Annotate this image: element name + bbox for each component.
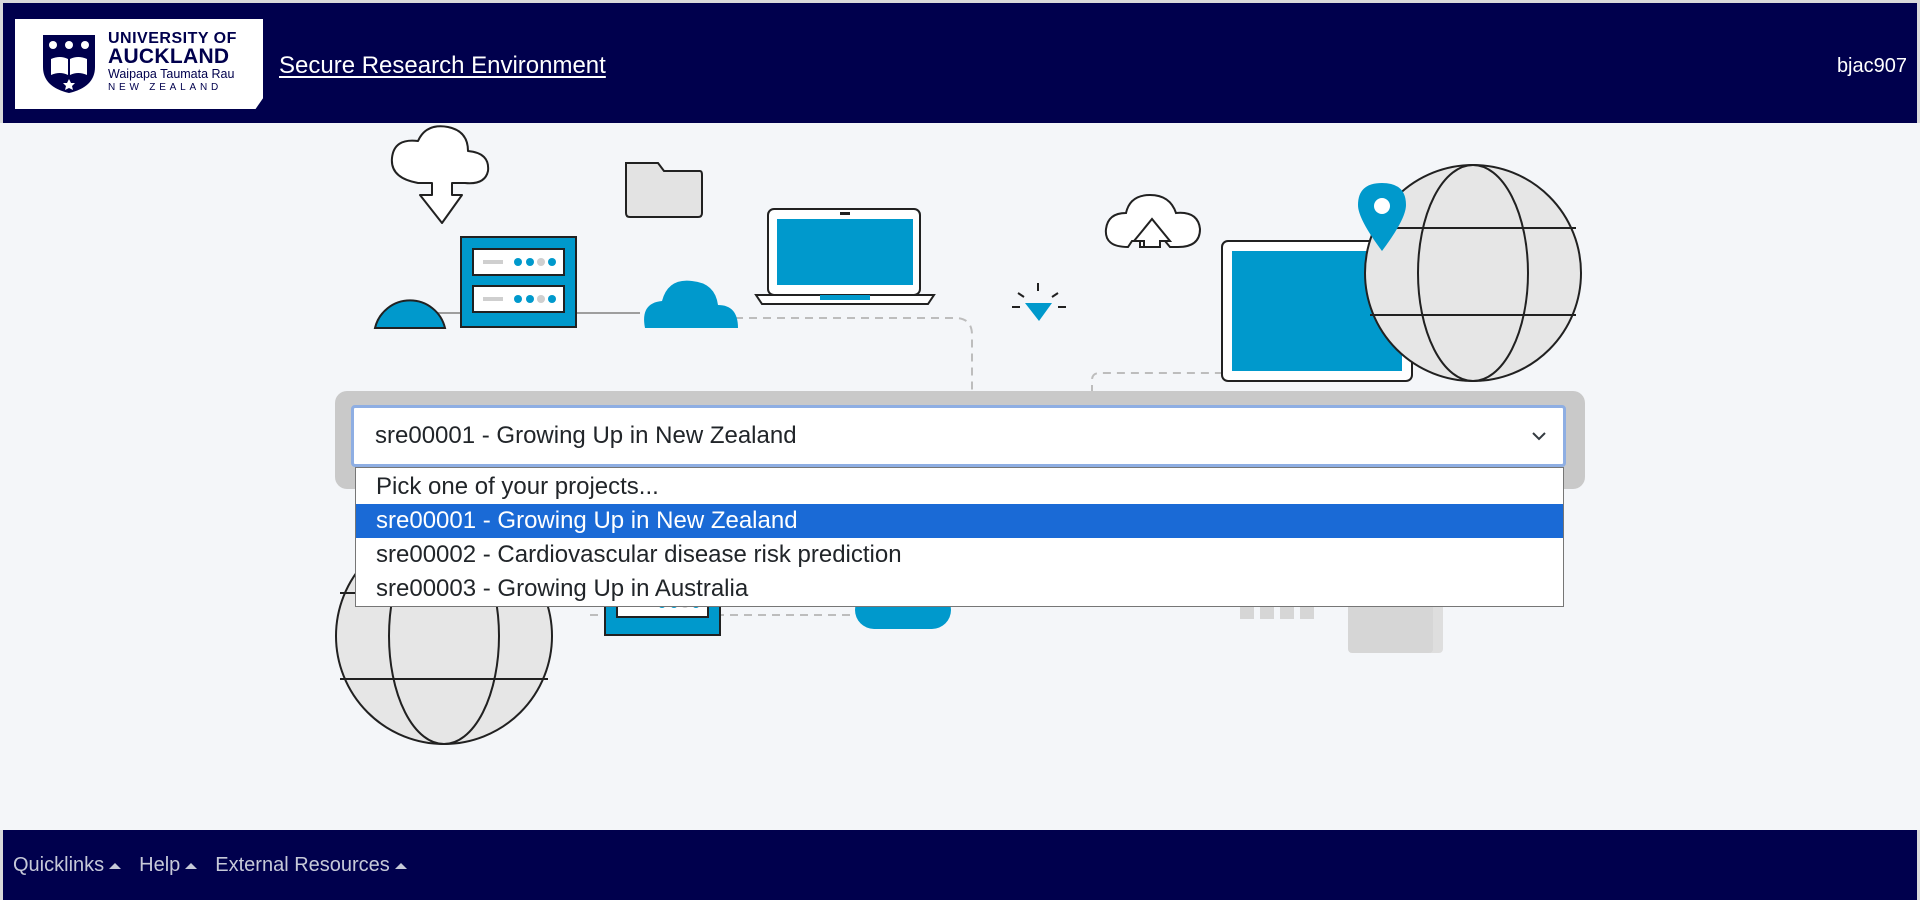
project-select[interactable]: sre00001 - Growing Up in New Zealand	[351, 405, 1566, 467]
university-logo[interactable]: UNIVERSITY OF AUCKLAND Waipapa Taumata R…	[15, 19, 263, 109]
footer-bar: Quicklinks Help External Resources	[0, 830, 1920, 900]
diamond-icon	[1012, 283, 1066, 321]
user-name[interactable]: bjac907	[1837, 55, 1907, 78]
crest-icon	[43, 35, 95, 93]
footer-link-quicklinks[interactable]: Quicklinks	[13, 854, 122, 877]
caret-up-icon	[109, 862, 122, 869]
project-option-sre00002[interactable]: sre00002 - Cardiovascular disease risk p…	[356, 538, 1563, 572]
logo-line-auckland: AUCKLAND	[108, 45, 230, 68]
project-options-list: Pick one of your projects... sre00001 - …	[355, 467, 1564, 607]
app-title-link[interactable]: Secure Research Environment	[279, 52, 606, 80]
footer-link-label: External Resources	[215, 854, 390, 876]
folder-icon	[625, 162, 703, 218]
caret-up-icon	[394, 862, 407, 869]
app-window: UNIVERSITY OF AUCKLAND Waipapa Taumata R…	[0, 0, 1920, 900]
project-option-sre00001[interactable]: sre00001 - Growing Up in New Zealand	[356, 504, 1563, 538]
footer-link-external-resources[interactable]: External Resources	[215, 854, 407, 877]
bar-icon-bottom	[1240, 607, 1314, 619]
logo-line-maori-name: Waipapa Taumata Rau	[108, 67, 235, 81]
project-option-placeholder[interactable]: Pick one of your projects...	[356, 470, 1563, 504]
footer-link-label: Quicklinks	[13, 854, 105, 876]
logo-line-new-zealand: NEW ZEALAND	[108, 82, 223, 93]
caret-up-icon	[185, 862, 198, 869]
logo-wordmark: UNIVERSITY OF AUCKLAND Waipapa Taumata R…	[108, 31, 237, 95]
footer-link-help[interactable]: Help	[139, 854, 198, 877]
cloud-download-icon	[390, 125, 490, 224]
top-navbar: UNIVERSITY OF AUCKLAND Waipapa Taumata R…	[0, 0, 1920, 123]
chevron-down-icon	[1532, 432, 1546, 441]
cloud-upload-icon	[1104, 193, 1202, 249]
server-rack-icon	[460, 236, 577, 328]
footer-nav: Quicklinks Help External Resources	[13, 854, 407, 877]
project-select-value: sre00001 - Growing Up in New Zealand	[375, 422, 797, 449]
pie-chart-icon	[373, 299, 447, 329]
footer-link-label: Help	[139, 854, 181, 876]
laptop-icon	[754, 208, 936, 305]
cloud-icon	[644, 280, 738, 328]
project-option-sre00003[interactable]: sre00003 - Growing Up in Australia	[356, 572, 1563, 606]
